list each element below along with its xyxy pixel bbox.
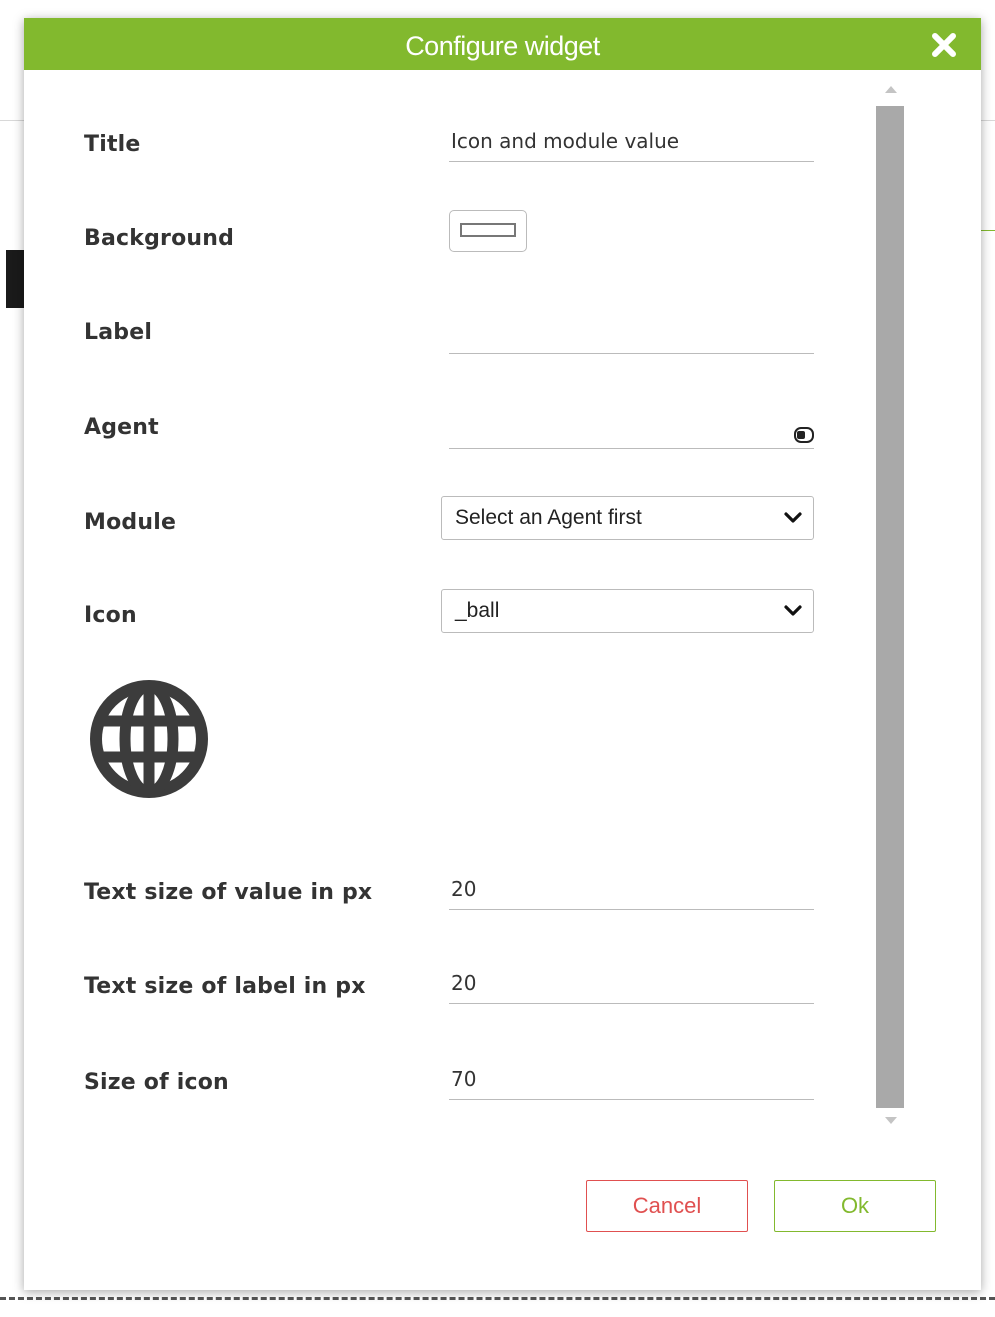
icon-size-label: Size of icon [84, 1070, 229, 1095]
background-app-fragment [0, 30, 24, 120]
cancel-button[interactable]: Cancel [586, 1180, 748, 1232]
icon-size-input[interactable] [449, 1058, 814, 1100]
dialog-content: Title Background Label Agent Module Sele… [24, 70, 884, 1140]
module-label: Module [84, 510, 177, 535]
dialog-titlebar: Configure widget [24, 18, 981, 70]
module-select-value: Select an Agent first [455, 506, 642, 529]
text-size-value-input[interactable] [449, 868, 814, 910]
background-label: Background [84, 226, 235, 251]
agent-row: Agent [84, 407, 816, 465]
text-size-value-row: Text size of value in px [84, 868, 816, 930]
icon-row: Icon _ball [84, 589, 816, 653]
background-dark-block [6, 250, 24, 308]
icon-size-row: Size of icon [84, 1058, 816, 1120]
title-label: Title [84, 132, 141, 157]
text-size-label-label: Text size of label in px [84, 974, 366, 999]
background-divider [981, 120, 995, 121]
text-size-label-input[interactable] [449, 962, 814, 1004]
background-dashed-border [0, 1297, 995, 1300]
color-swatch [460, 223, 516, 237]
icon-label: Icon [84, 603, 137, 628]
background-divider [981, 230, 995, 231]
label-row: Label [84, 312, 816, 370]
ok-button[interactable]: Ok [774, 1180, 936, 1232]
scrollbar[interactable] [876, 76, 906, 1141]
text-size-value-label: Text size of value in px [84, 880, 373, 905]
agent-input[interactable] [449, 407, 814, 449]
icon-select-value: _ball [455, 599, 500, 622]
title-row: Title [84, 120, 816, 182]
dialog-title: Configure widget [405, 31, 600, 61]
scroll-down-arrow-icon[interactable] [884, 1116, 898, 1126]
globe-icon [90, 680, 208, 798]
chevron-down-icon [784, 512, 802, 523]
text-size-label-row: Text size of label in px [84, 962, 816, 1024]
module-row: Module Select an Agent first [84, 496, 816, 560]
icon-select[interactable]: _ball [441, 589, 814, 633]
label-input[interactable] [449, 312, 814, 354]
agent-label: Agent [84, 415, 159, 440]
agent-lookup-icon[interactable] [792, 423, 816, 447]
configure-widget-dialog: Configure widget Title Background Label … [24, 18, 981, 1290]
close-icon[interactable] [927, 28, 961, 62]
scroll-up-arrow-icon[interactable] [884, 84, 898, 94]
background-divider [0, 120, 24, 121]
chevron-down-icon [784, 605, 802, 616]
background-color-picker[interactable] [449, 210, 527, 252]
module-select[interactable]: Select an Agent first [441, 496, 814, 540]
label-label: Label [84, 320, 153, 345]
background-row: Background [84, 210, 816, 276]
title-input[interactable] [449, 120, 814, 162]
scrollbar-thumb[interactable] [876, 106, 904, 1108]
